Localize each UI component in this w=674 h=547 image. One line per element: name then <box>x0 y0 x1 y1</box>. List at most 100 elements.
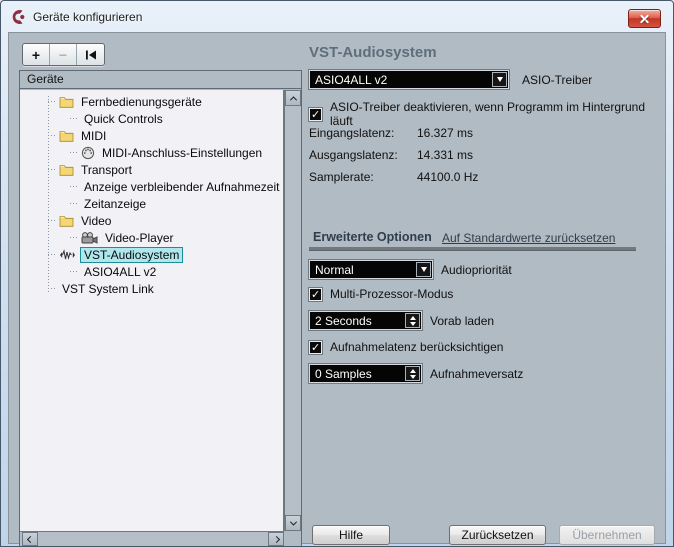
spin-up-icon <box>409 368 416 373</box>
spin-down-icon <box>409 321 416 326</box>
dialog-body: + − Geräte Fernbedienungsgeräte Quick Con… <box>8 32 666 546</box>
preload-value: 2 Seconds <box>315 313 372 328</box>
midi-port-icon <box>81 146 95 160</box>
tree-item-transport[interactable]: Transport <box>20 161 283 178</box>
folder-icon <box>59 129 74 142</box>
folder-icon <box>59 95 74 108</box>
asio-driver-label: ASIO-Treiber <box>522 73 593 87</box>
tree-item-fernbedienungsger-te[interactable]: Fernbedienungsgeräte <box>20 93 283 110</box>
spin-down-icon <box>409 374 416 379</box>
record-latency-label: Aufnahmelatenz berücksichtigen <box>330 340 504 354</box>
tree-connector <box>70 237 79 238</box>
scroll-left-button[interactable] <box>22 532 38 546</box>
tree-horizontal-scrollbar[interactable] <box>20 531 284 546</box>
record-offset-stepper[interactable]: 0 Samples <box>309 364 422 383</box>
tree-connector <box>70 203 79 204</box>
chevron-left-icon <box>26 535 34 543</box>
record-latency-row: Aufnahmelatenz berücksichtigen <box>309 340 503 354</box>
reset-button[interactable]: Zurücksetzen <box>449 525 546 545</box>
tree-vertical-scrollbar[interactable] <box>284 90 301 531</box>
dropdown-arrow-icon <box>496 77 503 82</box>
output-latency-label: Ausgangslatenz: <box>309 148 398 162</box>
stepper-arrows[interactable] <box>405 313 420 328</box>
advanced-options-title: Erweiterte Optionen <box>313 230 432 244</box>
input-latency-value: 16.327 ms <box>417 126 474 140</box>
tree-connector <box>48 288 57 289</box>
close-button[interactable] <box>628 9 661 28</box>
preload-label: Vorab laden <box>430 314 495 328</box>
tree-item-midi-anschluss-einstellungen[interactable]: MIDI-Anschluss-Einstellungen <box>20 144 283 161</box>
tree-connector <box>70 152 79 153</box>
section-separator <box>309 247 636 251</box>
apply-button[interactable]: Übernehmen <box>559 525 655 545</box>
multi-processor-label: Multi-Prozessor-Modus <box>330 287 454 301</box>
close-icon <box>640 14 649 23</box>
tree-connector <box>70 271 79 272</box>
tree-item-label: Zeitanzeige <box>84 196 147 211</box>
tree-connector <box>70 118 79 119</box>
tree-connector <box>48 254 57 255</box>
tree-item-video[interactable]: Video <box>20 212 283 229</box>
chevron-down-icon[interactable] <box>492 72 507 87</box>
video-camera-icon <box>81 231 98 244</box>
chevron-right-icon <box>272 535 280 543</box>
tree-item-label: MIDI <box>81 128 107 143</box>
tree-item-video-player[interactable]: Video-Player <box>20 229 283 246</box>
asio-release-label: ASIO-Treiber deaktivieren, wenn Programm… <box>330 100 646 128</box>
tree-item-label: ASIO4ALL v2 <box>84 264 157 279</box>
asio-driver-value: ASIO4ALL v2 <box>315 72 388 87</box>
tree-header: Geräte <box>20 71 301 89</box>
chevron-down-icon[interactable] <box>416 262 431 277</box>
record-offset-value: 0 Samples <box>315 366 372 381</box>
devices-tree[interactable]: Fernbedienungsgeräte Quick Controls MIDI MI… <box>20 90 284 531</box>
tree-item-vst-system-link[interactable]: VST System Link <box>20 280 283 297</box>
add-device-button[interactable]: + <box>23 44 50 65</box>
audio-priority-value: Normal <box>315 262 354 277</box>
tree-connector <box>48 135 57 136</box>
tree-item-asio4all-v2[interactable]: ASIO4ALL v2 <box>20 263 283 280</box>
devices-tree-panel: Geräte Fernbedienungsgeräte Quick Control… <box>19 70 302 546</box>
waveform-icon <box>59 248 76 261</box>
device-setup-window: Geräte konfigurieren + − Geräte Fernbedi… <box>0 0 674 547</box>
scroll-up-button[interactable] <box>285 90 301 106</box>
help-button[interactable]: Hilfe <box>312 525 390 545</box>
audio-priority-select[interactable]: Normal <box>309 260 433 279</box>
input-latency-label: Eingangslatenz: <box>309 126 395 140</box>
chevron-up-icon <box>289 95 297 103</box>
tree-connector <box>48 169 57 170</box>
chevron-down-icon <box>289 518 297 526</box>
tree-connector <box>70 186 79 187</box>
tree-item-label: VST-Audiosystem <box>80 246 184 263</box>
tree-item-label: Quick Controls <box>84 111 163 126</box>
reset-devices-button[interactable] <box>77 44 104 65</box>
audio-priority-label: Audiopriorität <box>441 263 512 277</box>
samplerate-label: Samplerate: <box>309 170 374 184</box>
asio-driver-select[interactable]: ASIO4ALL v2 <box>309 70 509 89</box>
multi-processor-checkbox[interactable] <box>309 287 322 301</box>
spin-up-icon <box>409 315 416 320</box>
tree-item-label: Fernbedienungsgeräte <box>81 94 202 109</box>
preload-stepper[interactable]: 2 Seconds <box>309 311 422 330</box>
remove-device-button[interactable]: − <box>50 44 77 65</box>
stepper-arrows[interactable] <box>405 366 420 381</box>
tree-item-midi[interactable]: MIDI <box>20 127 283 144</box>
tree-item-zeitanzeige[interactable]: Zeitanzeige <box>20 195 283 212</box>
scroll-right-button[interactable] <box>268 532 284 546</box>
samplerate-value: 44100.0 Hz <box>417 170 479 184</box>
asio-release-checkbox[interactable] <box>309 107 322 121</box>
tree-item-vst-audiosystem[interactable]: VST-Audiosystem <box>20 246 283 263</box>
record-latency-checkbox[interactable] <box>309 340 322 354</box>
multi-processor-row: Multi-Prozessor-Modus <box>309 287 453 301</box>
app-icon <box>11 9 27 25</box>
folder-icon <box>59 214 74 227</box>
page-title: VST-Audiosystem <box>309 44 437 61</box>
record-offset-label: Aufnahmeversatz <box>430 367 524 381</box>
reset-defaults-link[interactable]: Auf Standardwerte zurücksetzen <box>442 231 615 245</box>
asio-release-row: ASIO-Treiber deaktivieren, wenn Programm… <box>309 100 665 128</box>
titlebar[interactable]: Geräte konfigurieren <box>1 1 673 32</box>
output-latency-value: 14.331 ms <box>417 148 474 162</box>
tree-item-quick-controls[interactable]: Quick Controls <box>20 110 283 127</box>
tree-item-anzeige-verbleibender-aufnahmezeit[interactable]: Anzeige verbleibender Aufnahmezeit <box>20 178 283 195</box>
scroll-down-button[interactable] <box>285 515 301 531</box>
folder-icon <box>59 163 74 176</box>
